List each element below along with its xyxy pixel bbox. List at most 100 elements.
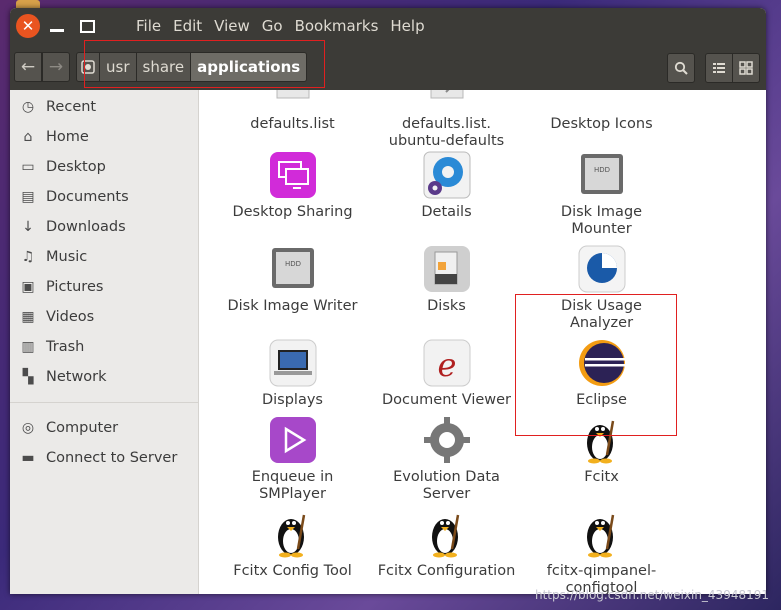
file-label: Document Viewer	[381, 392, 512, 408]
annotation-box-breadcrumb	[84, 40, 325, 88]
sidebar-item-label: Computer	[46, 420, 119, 436]
video-icon: ▦	[21, 309, 35, 325]
file-label: Displays	[261, 392, 323, 408]
penguin-icon	[268, 509, 318, 559]
music-icon: ♫	[21, 249, 35, 265]
svg-text:HDD: HDD	[593, 166, 609, 174]
sidebar-item-pictures[interactable]: ▣ Pictures	[10, 272, 198, 302]
sidebar-item-label: Trash	[46, 339, 85, 355]
watermark: https://blog.csdn.net/weixin_43948191	[534, 588, 769, 602]
file-item[interactable]: HDD Disk Image Mounter	[524, 150, 679, 238]
file-item[interactable]: defaults.list. ubuntu-defaults	[369, 90, 524, 150]
penguin-icon	[577, 509, 627, 559]
forward-button[interactable]: →	[42, 52, 70, 82]
sidebar-item-connect-to-server[interactable]: ▬ Connect to Server	[10, 443, 198, 473]
clock-icon: ◷	[21, 99, 35, 115]
file-item[interactable]: Details	[369, 150, 524, 221]
server-icon: ▬	[21, 450, 35, 466]
menu-file[interactable]: File	[130, 17, 167, 35]
menu-help[interactable]: Help	[384, 17, 430, 35]
sidebar: ◷ Recent ⌂ Home ▭ Desktop ▤ Documents ↓ Downl…	[10, 90, 199, 594]
file-label: Evolution Data Server	[393, 469, 500, 502]
desktop-icon: ▭	[21, 159, 35, 175]
sidebar-item-downloads[interactable]: ↓ Downloads	[10, 212, 198, 242]
list-view-button[interactable]	[705, 53, 733, 83]
pictures-icon: ▣	[21, 279, 35, 295]
computer-icon: ◎	[21, 420, 35, 436]
laptop-icon	[268, 338, 318, 388]
file-label: Desktop Icons	[550, 116, 653, 132]
details-gear-icon	[422, 150, 472, 200]
gear-icon	[577, 90, 627, 112]
file-item[interactable]: defaults.list	[215, 90, 370, 133]
close-button[interactable]: ✕	[16, 14, 40, 38]
home-icon: ⌂	[23, 129, 33, 145]
menu-bookmarks[interactable]: Bookmarks	[289, 17, 385, 35]
sidebar-item-computer[interactable]: ◎ Computer	[10, 413, 198, 443]
file-item[interactable]: Fcitx Config Tool	[215, 509, 370, 580]
sidebar-item-label: Documents	[46, 189, 129, 205]
hdd-icon: HDD	[268, 244, 318, 294]
file-label: Details	[421, 204, 472, 220]
sidebar-item-home[interactable]: ⌂ Home	[10, 122, 198, 152]
file-label: Fcitx	[584, 469, 619, 485]
sidebar-item-documents[interactable]: ▤ Documents	[10, 182, 198, 212]
desktop-sharing-icon	[268, 150, 318, 200]
sidebar-item-music[interactable]: ♫ Music	[10, 242, 198, 272]
file-item[interactable]: Desktop Icons	[524, 90, 679, 133]
menubar: ✕ File Edit View Go Bookmarks Help	[10, 8, 766, 44]
sidebar-item-label: Desktop	[46, 159, 106, 175]
arrow-right-icon: →	[48, 57, 64, 77]
minimize-button[interactable]	[44, 13, 70, 39]
disks-icon	[422, 244, 472, 294]
menu-edit[interactable]: Edit	[167, 17, 208, 35]
maximize-icon	[79, 19, 95, 33]
file-item[interactable]: HDD Disk Image Writer	[215, 244, 370, 315]
annotation-box-eclipse	[515, 294, 677, 436]
hdd-icon: HDD	[577, 150, 627, 200]
grid-view-button[interactable]	[733, 53, 760, 83]
download-icon: ↓	[22, 219, 34, 235]
text-file-icon	[422, 90, 472, 112]
file-item[interactable]: Fcitx Configuration	[369, 509, 524, 580]
list-view-icon	[713, 63, 725, 73]
desktop-tab-fragment	[16, 0, 40, 8]
file-item[interactable]: Disks	[369, 244, 524, 315]
file-item[interactable]: Desktop Sharing	[215, 150, 370, 221]
text-file-icon	[268, 90, 318, 112]
document-viewer-icon: e	[422, 338, 472, 388]
network-icon: ▚	[22, 369, 34, 385]
pie-chart-icon	[577, 244, 627, 294]
menu-view[interactable]: View	[208, 17, 256, 35]
sidebar-item-label: Network	[46, 369, 107, 385]
file-label: Enqueue in SMPlayer	[251, 469, 334, 502]
sidebar-item-recent[interactable]: ◷ Recent	[10, 92, 198, 122]
sidebar-item-trash[interactable]: ▥ Trash	[10, 332, 198, 362]
trash-icon: ▥	[21, 339, 35, 355]
file-label: Fcitx Config Tool	[233, 563, 352, 579]
file-item[interactable]: fcitx-qimpanel- configtool	[524, 509, 679, 594]
sidebar-item-label: Pictures	[46, 279, 104, 295]
file-item[interactable]: Enqueue in SMPlayer	[215, 415, 370, 503]
arrow-left-icon: ←	[20, 57, 36, 77]
sidebar-item-desktop[interactable]: ▭ Desktop	[10, 152, 198, 182]
file-item[interactable]: e Document Viewer	[369, 338, 524, 409]
maximize-button[interactable]	[74, 13, 100, 39]
sidebar-item-label: Music	[46, 249, 88, 265]
gear-icon	[422, 415, 472, 465]
file-item[interactable]: Evolution Data Server	[369, 415, 524, 503]
file-label: defaults.list. ubuntu-defaults	[388, 116, 505, 149]
menu-go[interactable]: Go	[256, 17, 289, 35]
file-label: defaults.list	[250, 116, 335, 132]
file-label: Disks	[427, 298, 466, 314]
sidebar-item-videos[interactable]: ▦ Videos	[10, 302, 198, 332]
sidebar-item-label: Recent	[46, 99, 97, 115]
search-icon	[674, 61, 688, 75]
play-icon	[268, 415, 318, 465]
file-item[interactable]: Displays	[215, 338, 370, 409]
file-label: Disk Image Writer	[227, 298, 358, 314]
search-button[interactable]	[667, 53, 695, 83]
sidebar-item-network[interactable]: ▚ Network	[10, 362, 198, 392]
back-button[interactable]: ←	[14, 52, 42, 82]
sidebar-item-label: Downloads	[46, 219, 126, 235]
